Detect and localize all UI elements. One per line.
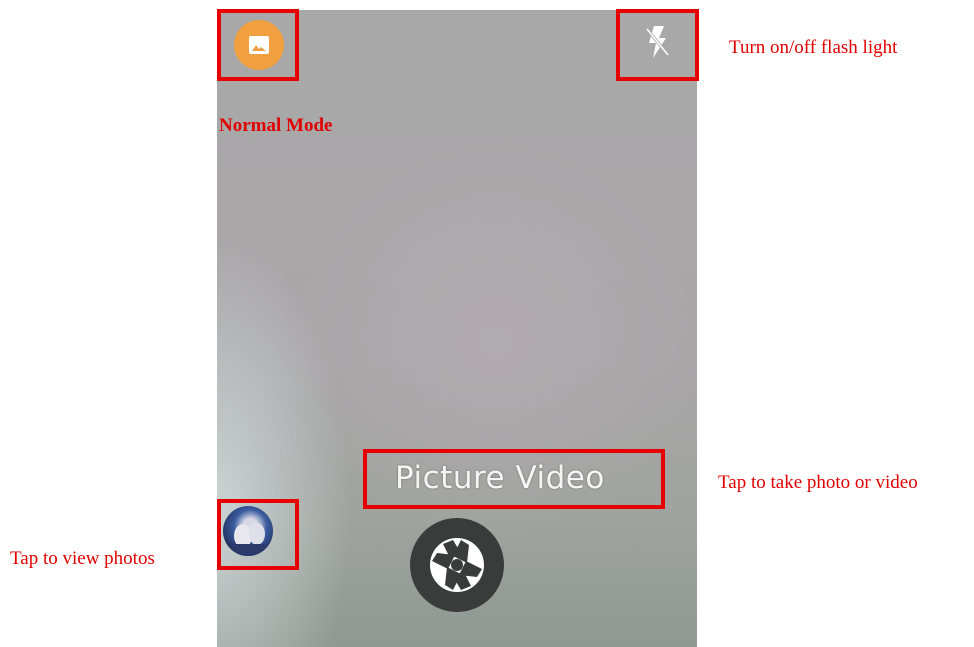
aperture-icon <box>430 538 484 592</box>
mode-selector-highlight <box>363 449 665 509</box>
take-photo-annotation: Tap to take photo or video <box>718 472 918 493</box>
mode-icon-highlight <box>217 9 299 81</box>
flash-annotation: Turn on/off flash light <box>729 37 898 58</box>
flash-icon-highlight <box>616 9 699 81</box>
thumbnail-highlight <box>217 499 299 570</box>
shutter-button[interactable] <box>410 518 504 612</box>
view-photos-annotation: Tap to view photos <box>10 548 155 569</box>
normal-mode-label: Normal Mode <box>219 115 333 136</box>
